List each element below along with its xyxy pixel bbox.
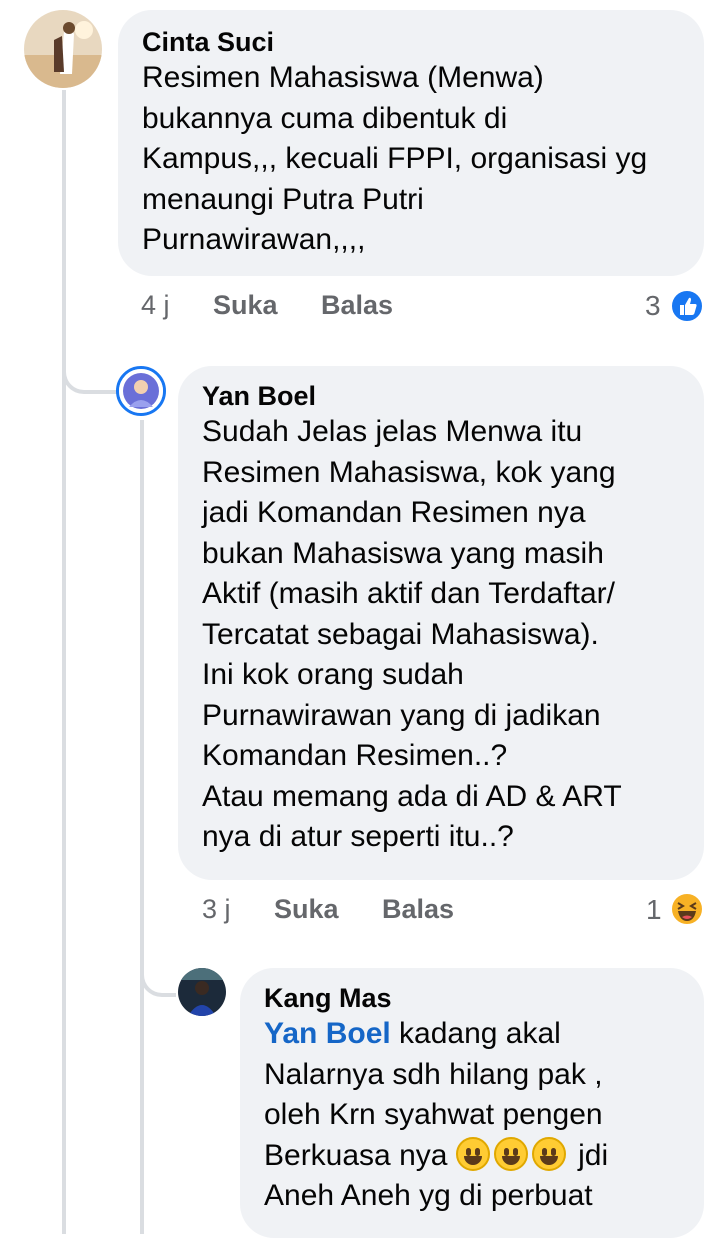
thread-connector-reply-1 <box>62 340 118 394</box>
like-icon <box>669 288 705 324</box>
grinning-face-icon <box>493 1136 528 1171</box>
reply-button[interactable]: Balas <box>382 894 454 925</box>
comment-time[interactable]: 3 j <box>202 894 231 925</box>
avatar-yan-boel[interactable] <box>116 366 166 416</box>
thread-line-reply <box>140 420 144 1234</box>
comment-author[interactable]: Cinta Suci <box>142 26 684 58</box>
mention-link[interactable]: Yan Boel <box>264 1017 391 1050</box>
comment-text-end: Aneh Aneh yg di perbuat <box>264 1179 593 1212</box>
reply-button[interactable]: Balas <box>321 290 393 321</box>
comment-bubble-yan-boel: Yan Boel Sudah Jelas jelas Menwa itu Res… <box>178 366 704 880</box>
reaction-count[interactable]: 1 <box>646 894 662 926</box>
comment-text: Yan Boel kadang akal Nalarnya sdh hilang… <box>264 1014 688 1217</box>
like-button[interactable]: Suka <box>274 894 339 925</box>
thread-line-main <box>62 90 66 1234</box>
comment-actions: 3 j Suka Balas <box>0 894 728 930</box>
avatar-cinta-suci[interactable] <box>24 10 102 88</box>
grinning-face-icon <box>455 1136 490 1171</box>
thread-connector-reply-2 <box>140 945 176 997</box>
grinning-face-icon <box>531 1136 566 1171</box>
comment-text-after-emoji: jdi <box>569 1138 609 1172</box>
avatar-kang-mas[interactable] <box>178 968 226 1016</box>
haha-icon <box>669 891 705 927</box>
comment-text-line1: kadang akal <box>390 1017 561 1050</box>
comment-text: Resimen Mahasiswa (Menwa) bukannya cuma … <box>142 61 648 256</box>
comment-bubble-cinta-suci: Cinta Suci Resimen Mahasiswa (Menwa) buk… <box>118 10 704 276</box>
like-button[interactable]: Suka <box>213 290 278 321</box>
comment-actions: 4 j Suka Balas <box>0 290 728 326</box>
comment-author[interactable]: Kang Mas <box>264 982 688 1014</box>
reaction-count[interactable]: 3 <box>645 290 661 322</box>
comment-author[interactable]: Yan Boel <box>202 380 688 412</box>
comment-time[interactable]: 4 j <box>141 290 170 321</box>
comment-text: Sudah Jelas jelas Menwa itu Resimen Maha… <box>202 415 622 853</box>
comment-bubble-kang-mas: Kang Mas Yan Boel kadang akal Nalarnya s… <box>240 968 704 1238</box>
